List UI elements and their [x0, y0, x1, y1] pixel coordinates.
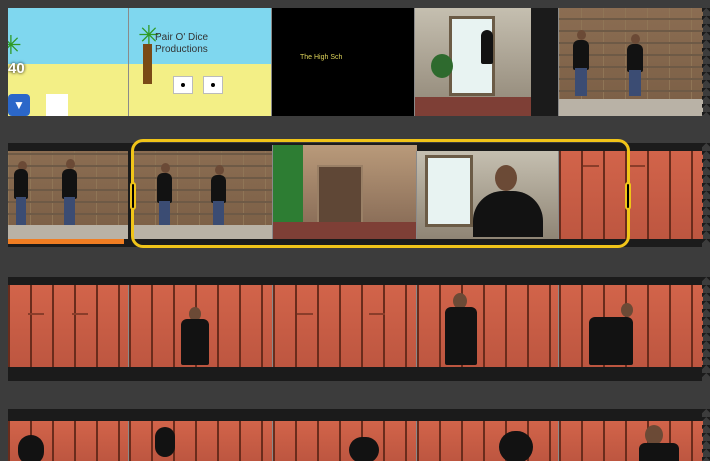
- person-figure: [155, 427, 175, 457]
- chevron-down-icon: ▼: [13, 98, 25, 112]
- student-leaning-clip[interactable]: [416, 285, 559, 367]
- person-figure: [349, 437, 379, 461]
- selection-range[interactable]: [130, 139, 631, 248]
- clip-row: [8, 409, 710, 461]
- plant: [431, 54, 453, 78]
- clip-row: [8, 277, 710, 381]
- beach-title-clip[interactable]: ✳ 40 ▼: [8, 8, 128, 116]
- selection-start-handle[interactable]: [130, 182, 136, 210]
- used-clip-bar: [8, 239, 124, 244]
- entrance-clip[interactable]: [414, 8, 531, 116]
- palm-trunk: [143, 44, 152, 84]
- student-clip[interactable]: [272, 421, 417, 461]
- person-figure: [62, 169, 77, 199]
- title-card-text: The High Sch: [300, 54, 343, 61]
- student-clip[interactable]: [8, 421, 128, 461]
- credits-text: Pair O' Dice Productions: [155, 32, 209, 55]
- clip-menu-button[interactable]: ▼: [8, 94, 30, 116]
- person-figure: [589, 317, 633, 365]
- dice-icon: [173, 76, 193, 94]
- clip-row: ✳ 40 ▼ ✳ Pair O' Dice Productions The Hi…: [8, 8, 710, 116]
- clip-thumbnail-box: [46, 94, 68, 116]
- clip-number-badge: 40: [8, 60, 25, 77]
- hallway-clip[interactable]: [558, 8, 703, 116]
- selection-end-handle[interactable]: [625, 182, 631, 210]
- person-figure: [627, 44, 643, 72]
- person-figure: [573, 40, 589, 70]
- clip-browser[interactable]: ✳ 40 ▼ ✳ Pair O' Dice Productions The Hi…: [0, 0, 710, 461]
- title-card-clip[interactable]: The High Sch: [271, 8, 415, 116]
- person-figure: [481, 30, 493, 64]
- lockers-clip[interactable]: [272, 285, 417, 367]
- lockers-clip[interactable]: [8, 285, 128, 367]
- student-lockers-clip[interactable]: [128, 285, 273, 367]
- person-figure: [181, 319, 209, 365]
- credits-clip[interactable]: ✳ Pair O' Dice Productions: [128, 8, 272, 116]
- person-figure: [639, 443, 679, 461]
- person-figure: [445, 307, 477, 365]
- student-clip[interactable]: [558, 421, 703, 461]
- dice-icon: [203, 76, 223, 94]
- hallway-clip[interactable]: [8, 151, 128, 239]
- person-figure: [14, 169, 28, 199]
- student-clip[interactable]: [416, 421, 559, 461]
- palm-icon: ✳: [8, 30, 22, 60]
- student-bending-clip[interactable]: [558, 285, 703, 367]
- person-figure: [18, 435, 44, 461]
- person-figure: [499, 431, 533, 461]
- student-clip[interactable]: [128, 421, 273, 461]
